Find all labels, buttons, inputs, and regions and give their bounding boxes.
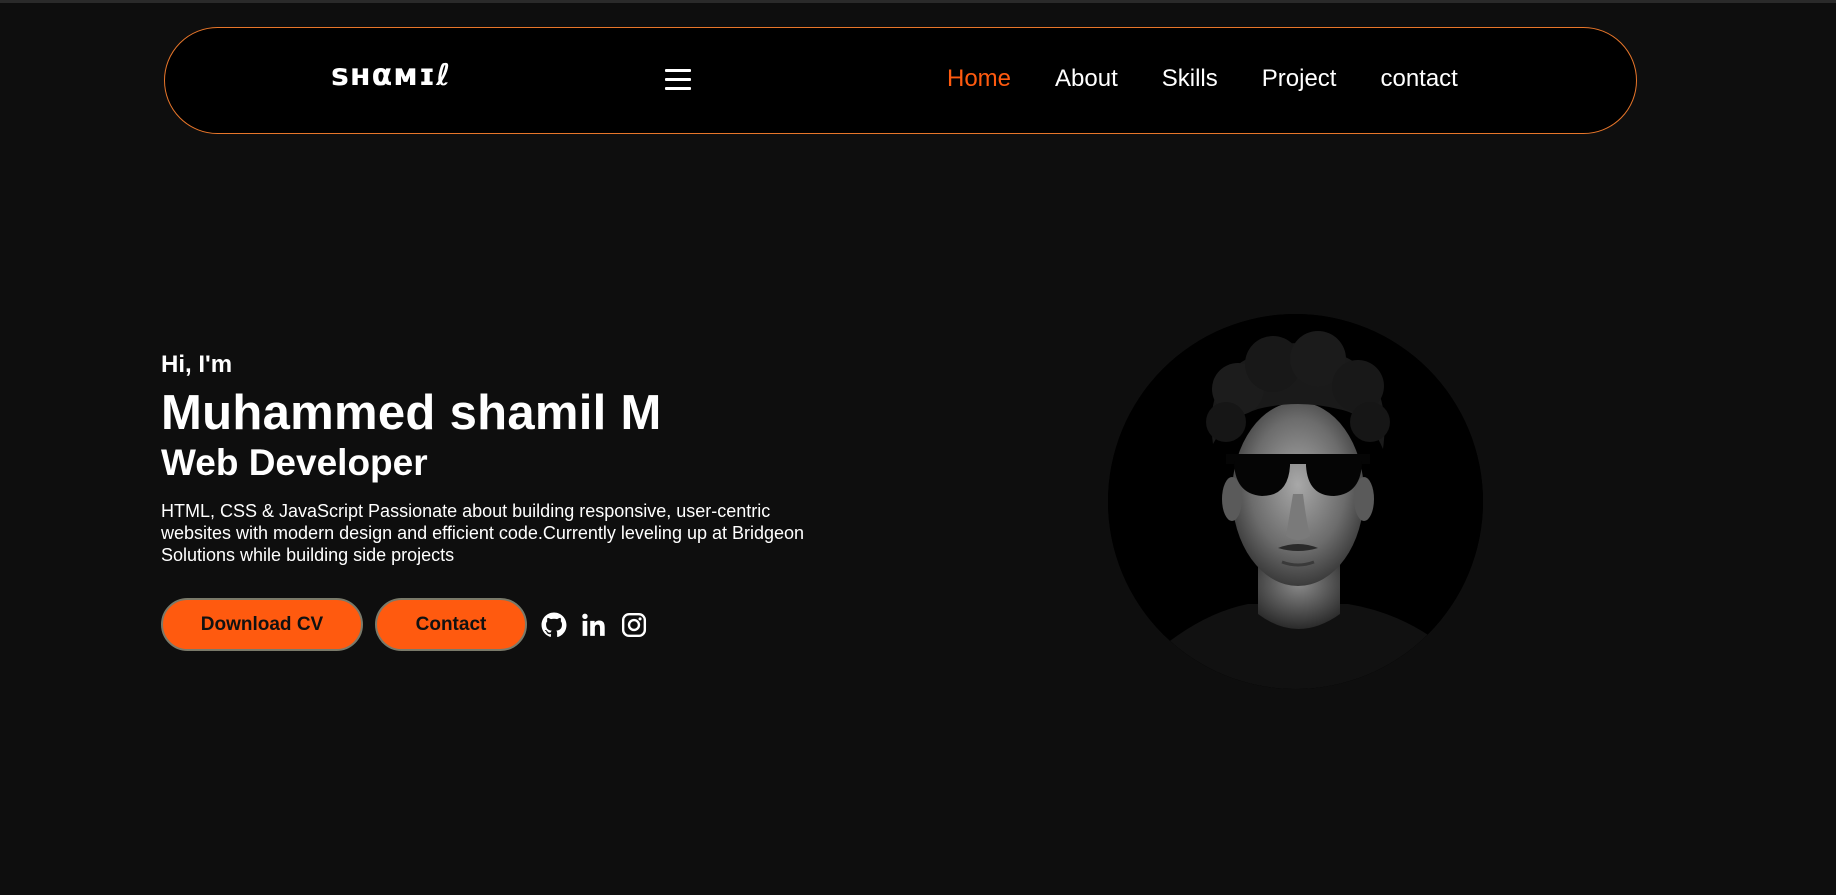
profile-avatar [1108, 314, 1483, 689]
window-top-border [0, 0, 1836, 3]
site-logo[interactable]: sʜαмɪℓ [331, 58, 451, 93]
nav-link-home[interactable]: Home [947, 67, 1011, 91]
contact-button[interactable]: Contact [375, 598, 527, 651]
download-cv-button[interactable]: Download CV [161, 598, 363, 651]
hamburger-icon[interactable] [665, 69, 691, 90]
profile-photo [1108, 314, 1483, 689]
hero-description: HTML, CSS & JavaScript Passionate about … [161, 501, 805, 565]
linkedin-icon[interactable] [581, 612, 607, 638]
social-links [541, 612, 647, 638]
hero-intro: Hi, I'm Muhammed shamil M Web Developer … [161, 350, 821, 566]
nav-links: Home About Skills Project contact [947, 67, 1458, 91]
hero-name: Muhammed shamil M [161, 386, 662, 440]
nav-link-skills[interactable]: Skills [1162, 67, 1218, 91]
github-icon[interactable] [541, 612, 567, 638]
nav-link-project[interactable]: Project [1262, 67, 1337, 91]
nav-link-about[interactable]: About [1055, 67, 1118, 91]
hero-actions: Download CV Contact [161, 598, 647, 651]
instagram-icon[interactable] [621, 612, 647, 638]
navbar: sʜαмɪℓ Home About Skills Project contact [164, 27, 1637, 134]
hero-role: Web Developer [161, 442, 428, 483]
nav-link-contact[interactable]: contact [1380, 67, 1457, 91]
hero-greeting: Hi, I'm [161, 351, 233, 378]
